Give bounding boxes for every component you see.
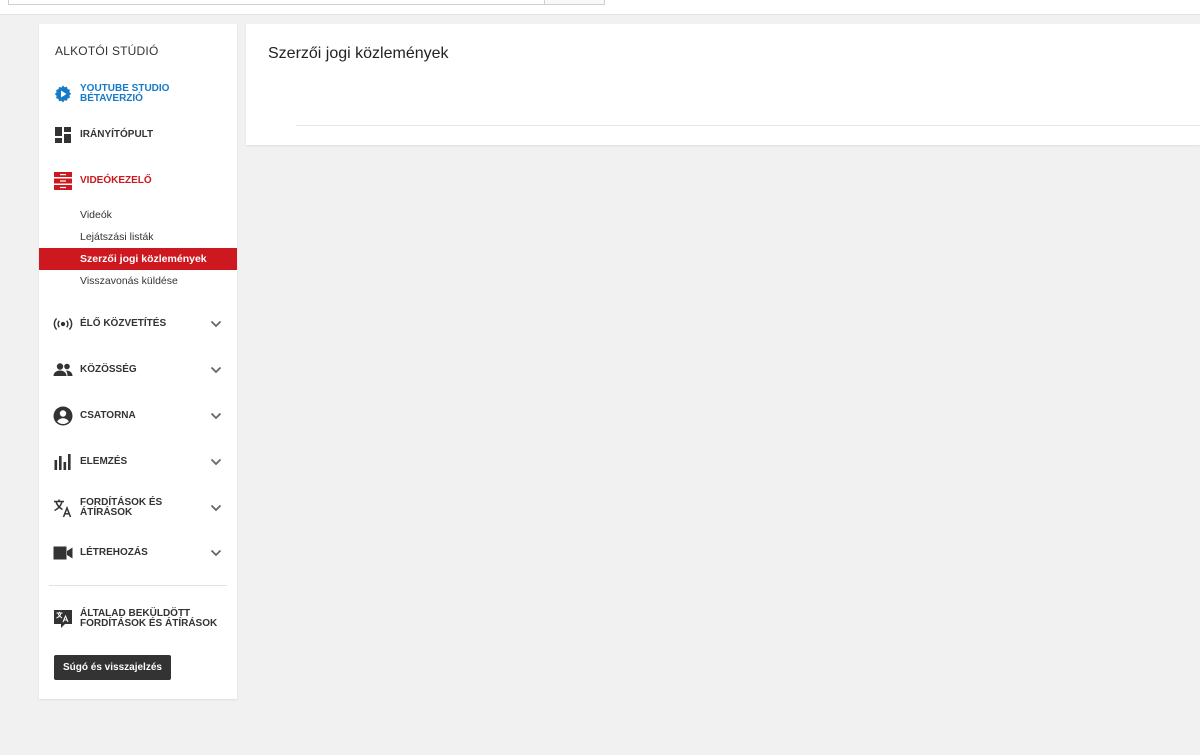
nav-item-dashboard[interactable]: IRÁNYÍTÓPULT: [39, 120, 237, 150]
top-bar: [0, 0, 1200, 15]
nav-item-video-manager[interactable]: VIDEÓKEZELŐ: [39, 166, 237, 196]
nav-item-analytics[interactable]: ELEMZÉS: [39, 447, 237, 477]
nav-item-studio-beta[interactable]: YOUTUBE STUDIO BÉTAVERZIÓ: [39, 79, 237, 109]
chevron-down-icon[interactable]: [209, 501, 223, 515]
nav-item-translations[interactable]: FORDÍTÁSOK ÉS ÁTÍRÁSOK: [39, 493, 237, 523]
page-title: Szerzői jogi közlemények: [268, 45, 449, 62]
video-manager-icon: [53, 171, 73, 191]
nav-item-create[interactable]: LÉTREHOZÁS: [39, 538, 237, 568]
chevron-down-icon[interactable]: [209, 317, 223, 331]
nav-label-translations: FORDÍTÁSOK ÉS ÁTÍRÁSOK: [80, 497, 163, 518]
translate-icon: [53, 498, 73, 518]
search-button[interactable]: [544, 0, 605, 5]
people-icon: [53, 360, 73, 380]
sidebar-title: ALKOTÓI STÚDIÓ: [55, 44, 159, 58]
chevron-down-icon[interactable]: [209, 363, 223, 377]
nav-label-community: KÖZÖSSÉG: [80, 364, 137, 375]
bar-chart-icon: [53, 452, 73, 472]
sub-item-copyright-notices[interactable]: Szerzői jogi közlemények: [39, 248, 237, 270]
content-divider: [296, 125, 1200, 126]
sub-item-playlists[interactable]: Lejátszási listák: [39, 226, 237, 248]
nav-label-live: ÉLŐ KÖZVETÍTÉS: [80, 318, 167, 329]
nav-item-your-translations[interactable]: ÁLTALAD BEKÜLDÖTT FORDÍTÁSOK ÉS ÁTÍRÁSOK: [39, 604, 237, 634]
sub-item-videos[interactable]: Videók: [39, 204, 237, 226]
translate-box-icon: [53, 609, 73, 629]
chevron-down-icon[interactable]: [209, 409, 223, 423]
sidebar-divider: [49, 585, 227, 586]
search-input[interactable]: [8, 0, 545, 5]
account-circle-icon: [53, 406, 73, 426]
nav-label-studio-beta: YOUTUBE STUDIO BÉTAVERZIÓ: [80, 83, 170, 104]
nav-item-community[interactable]: KÖZÖSSÉG: [39, 355, 237, 385]
nav-label-video-manager: VIDEÓKEZELŐ: [80, 175, 152, 186]
chevron-down-icon[interactable]: [209, 546, 223, 560]
help-feedback-button[interactable]: Súgó és visszajelzés: [54, 655, 171, 680]
nav-item-live[interactable]: ÉLŐ KÖZVETÍTÉS: [39, 309, 237, 339]
chevron-down-icon[interactable]: [209, 455, 223, 469]
main-panel: Szerzői jogi közlemények: [246, 24, 1200, 145]
nav-label-your-translations: ÁLTALAD BEKÜLDÖTT FORDÍTÁSOK ÉS ÁTÍRÁSOK: [80, 608, 218, 629]
sidebar: ALKOTÓI STÚDIÓ YOUTUBE STUDIO BÉTAVERZIÓ…: [39, 24, 237, 699]
nav-item-channel[interactable]: CSATORNA: [39, 401, 237, 431]
video-camera-icon: [53, 543, 73, 563]
gear-play-icon: [53, 84, 73, 104]
sub-item-send-retraction[interactable]: Visszavonás küldése: [39, 270, 237, 292]
nav-label-channel: CSATORNA: [80, 410, 136, 421]
dashboard-icon: [53, 125, 73, 145]
nav-label-dashboard: IRÁNYÍTÓPULT: [80, 129, 154, 140]
nav-label-analytics: ELEMZÉS: [80, 456, 128, 467]
nav-label-create: LÉTREHOZÁS: [80, 547, 148, 558]
live-broadcast-icon: [53, 314, 73, 334]
